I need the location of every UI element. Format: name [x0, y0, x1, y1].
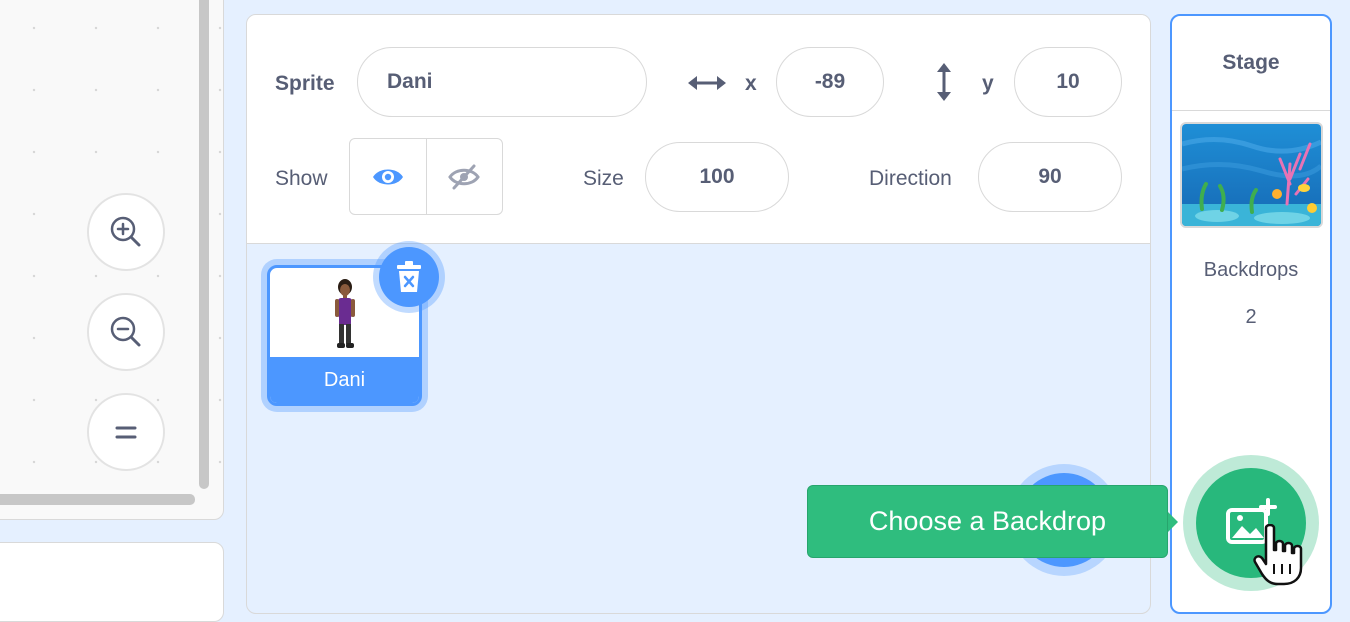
sprite-tile-name: Dani [270, 357, 419, 403]
sprite-character-image [334, 279, 355, 348]
size-label: Size [583, 167, 624, 190]
direction-input[interactable]: 90 [978, 142, 1122, 212]
code-workspace[interactable] [0, 0, 224, 520]
delete-sprite-button[interactable] [379, 247, 439, 307]
tooltip-arrow [1168, 512, 1178, 532]
stage-title: Stage [1172, 16, 1330, 111]
show-button[interactable] [350, 139, 426, 214]
eye-icon [372, 169, 403, 184]
y-label: y [982, 72, 994, 95]
size-input[interactable]: 100 [645, 142, 789, 212]
backdrops-count: 2 [1245, 306, 1257, 328]
zoom-reset-button[interactable] [87, 393, 165, 471]
x-label: x [745, 72, 757, 95]
zoom-in-icon [110, 216, 141, 247]
horizontal-scrollbar[interactable] [0, 494, 195, 505]
vertical-arrows-icon [937, 63, 951, 101]
sprite-info-panel: Sprite Dani x -89 y 10 Show Size 100 Dir… [247, 15, 1150, 244]
eye-slash-icon [448, 164, 481, 189]
equals-icon [115, 426, 137, 439]
horizontal-arrows-icon [688, 76, 726, 90]
choose-backdrop-tooltip: Choose a Backdrop [807, 485, 1168, 558]
trash-icon [397, 261, 421, 292]
sprite-name-input[interactable]: Dani [357, 47, 647, 117]
zoom-out-icon [110, 316, 141, 347]
visibility-toggle [349, 138, 503, 215]
underwater-backdrop-image [1182, 124, 1321, 226]
hand-pointer-icon [1253, 524, 1303, 586]
backdrop-thumbnail[interactable] [1180, 122, 1323, 228]
direction-label: Direction [869, 167, 952, 190]
left-bottom-panel [0, 542, 224, 622]
vertical-scrollbar[interactable] [199, 0, 209, 489]
x-input[interactable]: -89 [776, 47, 884, 117]
sprite-label: Sprite [275, 72, 335, 95]
backdrops-label: Backdrops [1203, 259, 1299, 281]
show-label: Show [275, 167, 328, 190]
zoom-in-button[interactable] [87, 193, 165, 271]
hide-button[interactable] [425, 139, 503, 214]
zoom-out-button[interactable] [87, 293, 165, 371]
y-input[interactable]: 10 [1014, 47, 1122, 117]
